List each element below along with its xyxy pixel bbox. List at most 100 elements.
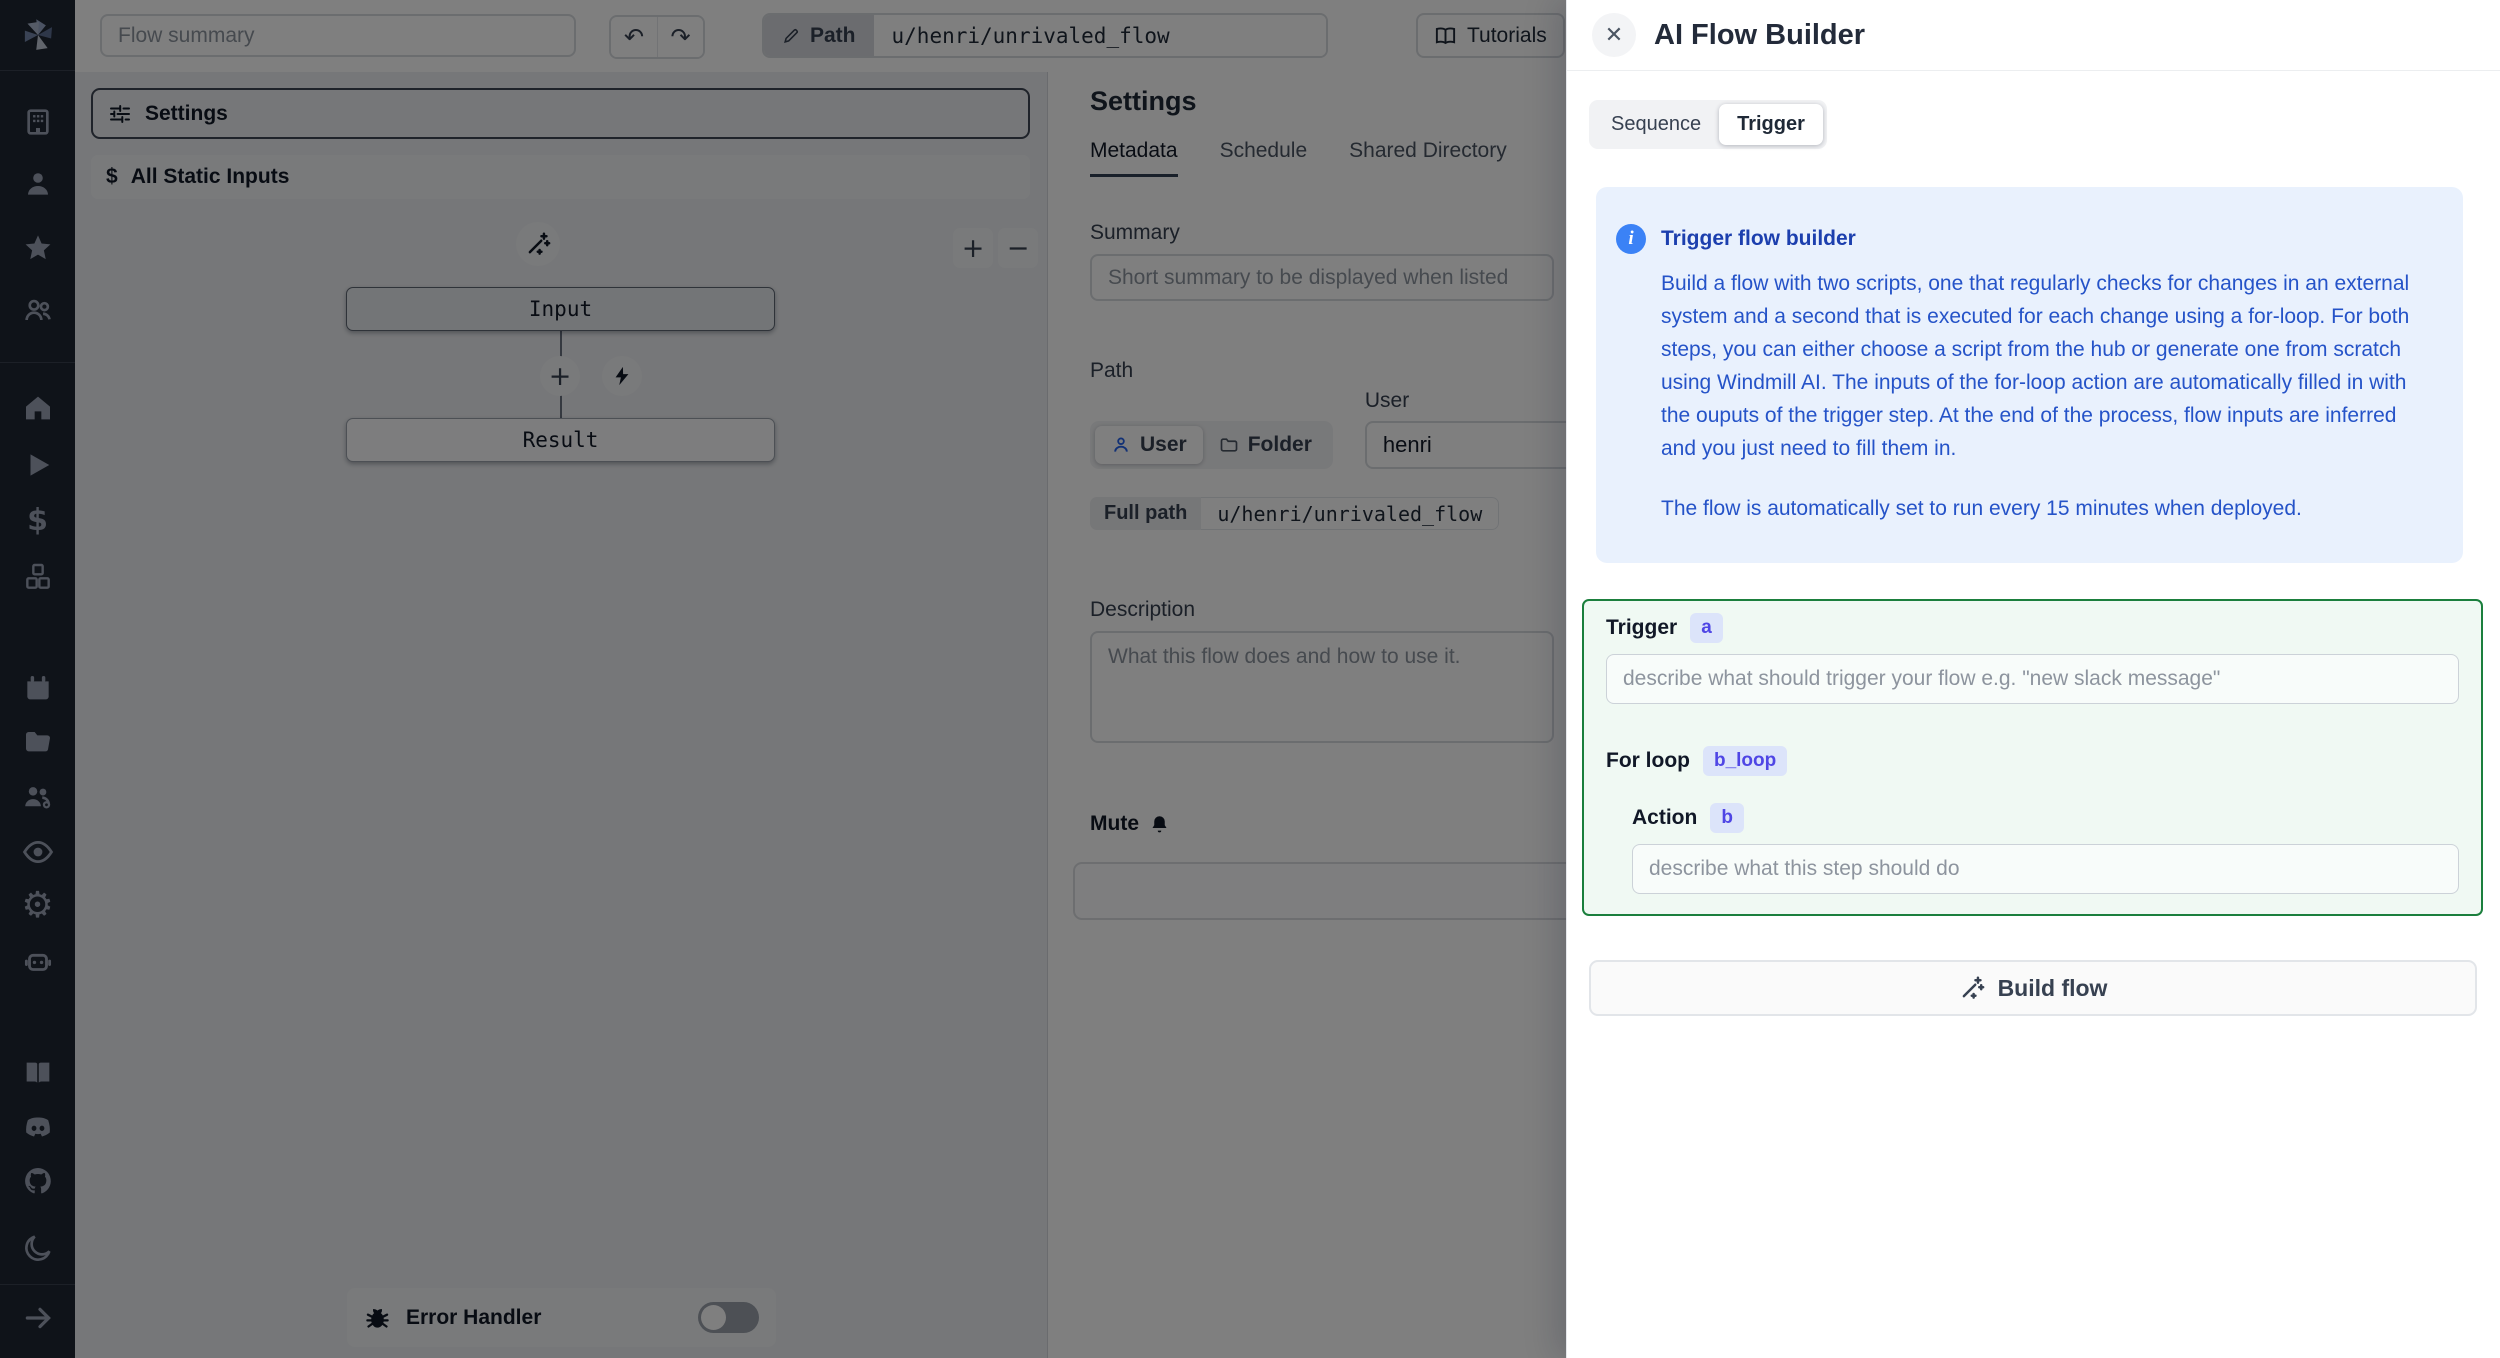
redo-button[interactable]: ↷ (657, 17, 703, 57)
ai-flow-builder-drawer: ✕ AI Flow Builder Sequence Trigger i Tri… (1566, 0, 2500, 1358)
error-handler-toggle[interactable] (698, 1302, 759, 1333)
input-node[interactable]: Input (346, 287, 775, 331)
mode-toggle: Sequence Trigger (1589, 100, 1827, 149)
app-sidebar: $ ⚙ (0, 0, 75, 1358)
drawer-header: ✕ AI Flow Builder (1567, 0, 2500, 71)
discord-icon[interactable] (21, 1110, 55, 1144)
summary-input[interactable] (1090, 254, 1554, 301)
bug-icon (364, 1304, 391, 1331)
windmill-flow-editor: $ ⚙ Flow summary ↶ ↷ Path u/henri/unriva… (0, 0, 2500, 1358)
person-icon (1111, 435, 1131, 455)
settings-gear-icon[interactable]: ⚙ (21, 888, 53, 924)
user-input[interactable] (1364, 421, 1566, 469)
bell-icon (1149, 814, 1170, 835)
folders-icon[interactable] (22, 726, 54, 758)
groups-icon[interactable] (22, 294, 54, 326)
settings-panel: Settings Metadata Schedule Shared Direct… (1047, 72, 1566, 1358)
resources-cubes-icon[interactable] (22, 561, 54, 593)
full-path-label: Full path (1090, 497, 1202, 530)
home-icon[interactable] (22, 392, 54, 424)
tutorials-button[interactable]: Tutorials (1416, 13, 1565, 58)
static-inputs-label: All Static Inputs (130, 165, 290, 188)
error-handler-bar[interactable]: Error Handler (347, 1288, 776, 1347)
dollar-icon: $ (106, 165, 118, 188)
action-badge: b (1710, 803, 1744, 833)
description-label: Description (1090, 598, 1196, 621)
user-icon[interactable] (22, 168, 54, 200)
trigger-bolt-button[interactable] (602, 356, 642, 396)
path-badge-label: Path (810, 23, 856, 47)
zoom-out-button[interactable]: − (998, 228, 1038, 268)
tab-sequence[interactable]: Sequence (1593, 104, 1719, 145)
trigger-step-badge: a (1690, 613, 1723, 643)
docs-book-icon[interactable] (22, 1056, 54, 1088)
all-static-inputs-node[interactable]: $ All Static Inputs (91, 155, 1030, 199)
folder-icon (1219, 435, 1239, 455)
result-node[interactable]: Result (346, 418, 775, 462)
info-title: Trigger flow builder (1661, 227, 1856, 250)
trigger-step-label: Trigger (1606, 616, 1678, 639)
variables-dollar-icon[interactable]: $ (27, 506, 48, 536)
info-icon: i (1616, 224, 1646, 254)
tutorials-label: Tutorials (1467, 23, 1547, 47)
workers-robot-icon[interactable] (21, 944, 55, 978)
path-badge: Path (764, 15, 874, 56)
owner-kind-toggle: User Folder (1090, 421, 1333, 469)
build-flow-button[interactable]: Build flow (1589, 960, 2477, 1016)
pencil-icon (782, 26, 801, 45)
sidebar-divider (0, 362, 75, 363)
action-label: Action (1632, 806, 1698, 829)
settings-panel-title: Settings (1090, 86, 1197, 116)
full-path-chip: Full path u/henri/unrivaled_flow (1090, 497, 1500, 530)
info-body: Build a flow with two scripts, one that … (1661, 272, 2410, 460)
zoom-in-button[interactable]: + (953, 228, 993, 268)
undo-button[interactable]: ↶ (611, 17, 657, 57)
owner-user-option[interactable]: User (1095, 426, 1203, 464)
build-flow-label: Build flow (1997, 974, 2108, 1001)
trigger-description-input[interactable] (1606, 654, 2459, 704)
mute-label: Mute (1090, 812, 1139, 835)
owner-folder-option[interactable]: Folder (1203, 426, 1328, 464)
flow-summary-input[interactable] (100, 14, 576, 57)
windmill-logo-icon[interactable] (17, 14, 59, 56)
empty-field-box[interactable] (1073, 862, 1566, 920)
tab-shared-directory[interactable]: Shared Directory (1349, 139, 1507, 177)
info-footer: The flow is automatically set to run eve… (1661, 497, 2302, 520)
trigger-info-box: i Trigger flow builder Build a flow with… (1596, 187, 2463, 563)
close-icon[interactable]: ✕ (1592, 13, 1636, 57)
flow-settings-label: Settings (145, 101, 228, 125)
dark-mode-moon-icon[interactable] (22, 1232, 54, 1264)
path-display[interactable]: Path u/henri/unrivaled_flow (762, 13, 1328, 58)
flow-settings-node[interactable]: Settings (91, 88, 1030, 139)
description-textarea[interactable] (1090, 631, 1554, 743)
flow-toolbar: ↶ ↷ Path u/henri/unrivaled_flow Tutorial… (75, 0, 1566, 72)
add-step-button[interactable]: + (540, 356, 580, 396)
schedules-calendar-icon[interactable] (22, 672, 54, 704)
sidebar-divider (0, 70, 75, 71)
ai-wand-button[interactable] (516, 222, 560, 266)
workspace-icon[interactable] (22, 106, 54, 138)
tab-trigger[interactable]: Trigger (1719, 104, 1823, 145)
path-value: u/henri/unrivaled_flow (873, 15, 1326, 56)
tab-schedule[interactable]: Schedule (1220, 139, 1308, 177)
owner-folder-label: Folder (1247, 433, 1312, 456)
expand-arrow-icon[interactable] (22, 1302, 54, 1334)
runs-play-icon[interactable] (23, 450, 53, 480)
audit-eye-icon[interactable] (21, 835, 55, 869)
settings-tabs: Metadata Schedule Shared Directory (1090, 139, 1554, 177)
favorites-star-icon[interactable] (22, 232, 54, 264)
drawer-title: AI Flow Builder (1654, 18, 1866, 51)
sliders-icon (108, 102, 132, 126)
undo-redo-group: ↶ ↷ (609, 15, 705, 59)
book-open-icon (1434, 24, 1457, 47)
action-description-input[interactable] (1632, 844, 2459, 894)
user-field-label: User (1364, 389, 1410, 412)
trigger-builder-form: Trigger a For loop b_loop Action b (1582, 599, 2483, 916)
flow-canvas[interactable]: Settings $ All Static Inputs + − Input +… (75, 72, 1047, 1358)
groups-admin-icon[interactable] (21, 780, 55, 814)
info-content: Trigger flow builder Build a flow with t… (1661, 227, 2433, 525)
tab-metadata[interactable]: Metadata (1090, 139, 1178, 177)
github-icon[interactable] (21, 1164, 55, 1198)
toggle-knob (701, 1305, 726, 1330)
sidebar-divider (0, 1284, 75, 1285)
